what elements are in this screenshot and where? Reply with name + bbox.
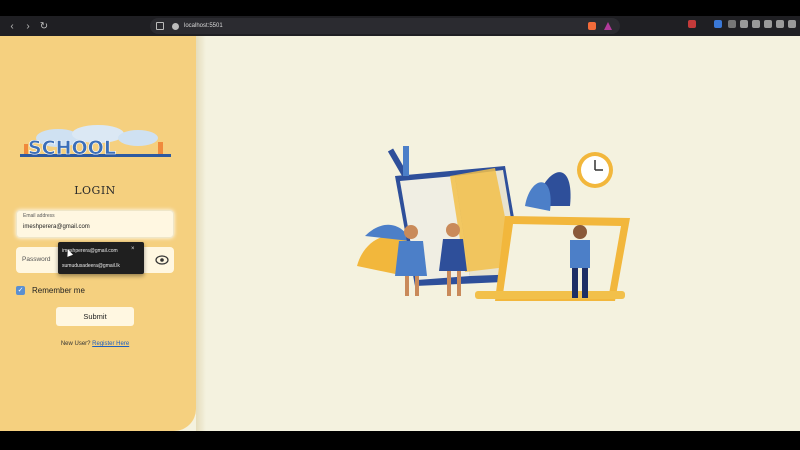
remember-label: Remember me [32,286,85,295]
close-icon[interactable]: × [131,246,135,252]
taskbar [0,431,800,450]
register-prompt: New User? Register Here [0,341,190,347]
school-illustration [357,146,630,301]
email-value[interactable]: imeshperera@gmail.com [23,224,90,230]
sidebar-toggle-icon[interactable] [740,20,748,28]
submit-button[interactable]: Submit [56,307,134,326]
browser-toolbar: ‹ › ↻ localhost:5501 [0,16,800,36]
site-info-icon[interactable] [172,22,179,30]
register-link[interactable]: Register Here [92,341,129,347]
extension-icon[interactable] [728,20,736,28]
autocomplete-item[interactable]: sumudusadeera@gmail.lk [62,263,120,269]
autocomplete-dropdown: imeshperera@gmail.com × sumudusadeera@gm… [58,242,144,274]
screen: ‹ › ↻ localhost:5501 SCHOOL LOGIN Email … [0,0,800,450]
school-logo: SCHOOL [20,125,171,159]
brave-rewards-icon[interactable] [604,22,612,30]
url-text: localhost:5501 [184,23,223,29]
bookmark-icon[interactable] [156,22,164,30]
wallet-icon[interactable] [752,20,760,28]
remember-checkbox[interactable]: ✓ [16,286,25,295]
extension-icon[interactable] [714,20,722,28]
extension-icon[interactable] [688,20,696,28]
panel-shadow [196,36,206,431]
menu-icon[interactable] [788,20,796,28]
back-arrow-icon[interactable]: ‹ [6,20,18,32]
svg-text:SCHOOL: SCHOOL [28,137,116,159]
leo-icon[interactable] [764,20,772,28]
brave-shield-icon[interactable] [588,22,596,30]
password-label: Password [22,256,51,263]
forward-arrow-icon[interactable]: › [22,20,34,32]
page-title: LOGIN [74,184,116,197]
register-prefix: New User? [60,341,91,347]
vpn-icon[interactable] [776,20,784,28]
reload-icon[interactable]: ↻ [38,20,50,32]
email-label: Email address [23,213,55,219]
address-bar[interactable]: localhost:5501 [150,18,620,34]
email-field[interactable]: Email address imeshperera@gmail.com [16,210,174,238]
eye-icon[interactable] [155,254,169,266]
page-viewport: SCHOOL LOGIN Email address imeshperera@g… [0,36,800,431]
